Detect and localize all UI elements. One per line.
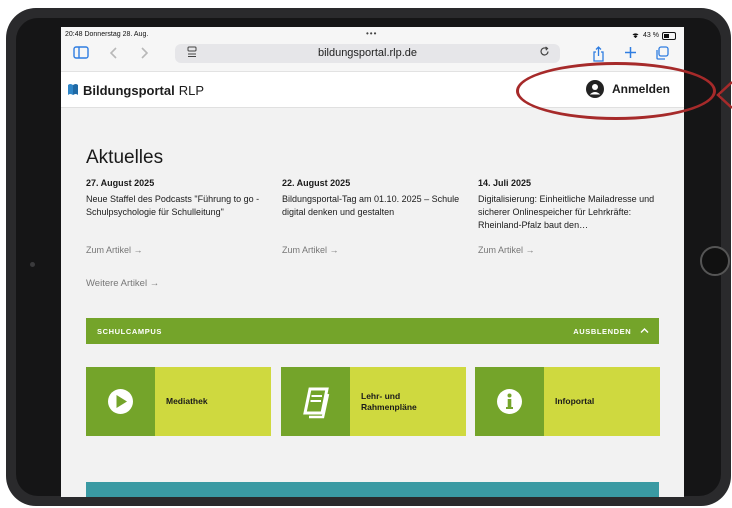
news-item: 27. August 2025 Neue Staffel des Podcast… [86, 177, 271, 255]
read-article-link[interactable]: Zum Artikel → [478, 244, 535, 257]
camera [30, 262, 35, 267]
more-articles-link[interactable]: Weitere Artikel → [86, 278, 159, 289]
sidebar-icon[interactable] [73, 46, 89, 61]
logo-text-light: RLP [178, 83, 205, 98]
hide-toggle-label: AUSBLENDEN [573, 327, 632, 336]
news-item: 14. Juli 2025 Digitalisierung: Einheitli… [478, 177, 663, 255]
wifi-icon [631, 31, 640, 40]
tile-infoportal[interactable]: Infoportal [475, 367, 660, 436]
logo-icon [67, 82, 79, 99]
back-icon[interactable] [109, 46, 119, 62]
battery-percent: 43 % [643, 32, 659, 39]
news-item: 22. August 2025 Bildungsportal-Tag am 01… [282, 177, 467, 255]
tabs-overview-icon[interactable] [655, 46, 669, 62]
hide-toggle-button[interactable]: AUSBLENDEN [573, 327, 649, 336]
next-section-bar [86, 482, 659, 497]
home-button[interactable] [700, 246, 730, 276]
reload-icon[interactable] [539, 46, 550, 60]
news-text[interactable]: Bildungsportal-Tag am 01.10. 2025 – Schu… [282, 193, 467, 219]
tile-lehrplaene[interactable]: Lehr- und Rahmenpläne [281, 367, 466, 436]
news-date: 14. Juli 2025 [478, 178, 532, 188]
forward-icon[interactable] [139, 46, 149, 62]
tile-label: Mediathek [166, 396, 208, 406]
schulcampus-title: SCHULCAMPUS [97, 327, 162, 336]
chevron-up-icon [634, 327, 649, 336]
tile-label: Lehr- und Rahmenpläne [361, 390, 417, 412]
site-logo[interactable]: Bildungsportal RLP [67, 82, 204, 99]
multitask-dots-icon[interactable]: ••• [366, 29, 377, 38]
address-bar[interactable]: bildungsportal.rlp.de [175, 44, 560, 63]
annotation-circle [516, 62, 716, 120]
annotation-arrow [716, 81, 732, 109]
news-date: 22. August 2025 [282, 178, 351, 188]
play-icon [86, 367, 155, 436]
news-date: 27. August 2025 [86, 178, 155, 188]
read-article-link[interactable]: Zum Artikel → [86, 244, 143, 257]
tile-label: Infoportal [555, 396, 595, 406]
news-text[interactable]: Digitalisierung: Einheitliche Mailadress… [478, 193, 663, 232]
battery-icon [662, 31, 676, 40]
schulcampus-bar: SCHULCAMPUS AUSBLENDEN [86, 318, 659, 344]
new-tab-icon[interactable] [624, 46, 637, 61]
news-heading: Aktuelles [86, 147, 164, 168]
url-text[interactable]: bildungsportal.rlp.de [175, 47, 560, 59]
status-battery: 43 % [631, 31, 676, 40]
logo-text-bold: Bildungsportal [83, 83, 175, 98]
info-icon [475, 367, 544, 436]
status-time: 20:48 Donnerstag 28. Aug. [65, 31, 149, 38]
tile-mediathek[interactable]: Mediathek [86, 367, 271, 436]
news-text[interactable]: Neue Staffel des Podcasts "Führung to go… [86, 193, 271, 219]
read-article-link[interactable]: Zum Artikel → [282, 244, 339, 257]
book-icon [281, 367, 350, 436]
